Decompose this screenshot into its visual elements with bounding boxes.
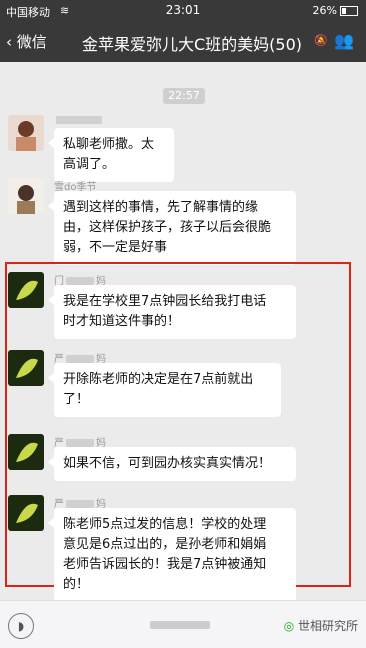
message-bubble[interactable]: 我是在学校里7点钟园长给我打电话 时才知道这件事的！: [48, 285, 296, 339]
message-bubble[interactable]: 如果不信，可到园办核实真实情况！: [48, 447, 296, 481]
chat-message: 严妈 开除陈老师的决定是在7点前就出 了！: [8, 350, 348, 418]
sender-name: [54, 115, 104, 126]
mute-icon: 🔕: [314, 34, 328, 47]
message-line: 了！: [63, 392, 90, 407]
group-icon: 👥: [334, 31, 354, 50]
chat-title: 金苹果爱弥儿大C班的美妈(50): [82, 35, 303, 54]
message-bubble[interactable]: 私聊老师撒。太高调了。: [48, 128, 174, 182]
battery-fill: [342, 8, 346, 14]
avatar[interactable]: [8, 272, 44, 308]
group-info-button[interactable]: 👥: [334, 31, 354, 50]
back-label: 微信: [16, 33, 47, 51]
chat-message: 雪do季节 遇到这样的事情，先了解事情的缘 由，这样保护孩子，孩子以后会很脆 弱…: [8, 178, 348, 265]
chat-message: 严妈 陈老师5点过发的信息！学校的处理 意见是6点过出的，是孙老师和娟娟 老师告…: [8, 495, 348, 602]
message-line: 意见是6点过出的，是孙老师和娟娟: [63, 537, 267, 552]
message-line: 老师告诉园长的！我是7点钟被通知: [63, 557, 267, 572]
avatar[interactable]: [8, 495, 44, 531]
battery-percent: 26%: [312, 4, 337, 17]
message-line: 开除陈老师的决定是在7点前就出: [63, 372, 254, 387]
message-timestamp: 22:57: [163, 88, 205, 104]
watermark: ◎ 世相研究所: [283, 619, 358, 633]
wechat-icon: ◎: [283, 619, 298, 633]
chat-message: 门妈 我是在学校里7点钟园长给我打电话 时才知道这件事的！: [8, 272, 348, 340]
message-bubble[interactable]: 遇到这样的事情，先了解事情的缘 由，这样保护孩子，孩子以后会很脆 弱，不一定是好…: [48, 191, 296, 265]
message-line: 的！: [63, 577, 90, 592]
chat-message: 严妈 如果不信，可到园办核实真实情况！: [8, 434, 348, 484]
message-bubble[interactable]: 陈老师5点过发的信息！学校的处理 意见是6点过出的，是孙老师和娟娟 老师告诉园长…: [48, 508, 296, 602]
avatar[interactable]: [8, 350, 44, 386]
battery-icon: [340, 6, 358, 16]
clock: 23:01: [165, 3, 201, 17]
message-line: 遇到这样的事情，先了解事情的缘: [63, 200, 259, 215]
chevron-left-icon: ‹: [6, 33, 17, 51]
watermark-blur: [150, 621, 210, 629]
chat-message: 私聊老师撒。太高调了。: [8, 115, 348, 182]
back-button[interactable]: ‹ 微信: [6, 31, 47, 52]
avatar[interactable]: [8, 434, 44, 470]
message-line: 陈老师5点过发的信息！学校的处理: [63, 517, 267, 532]
voice-button[interactable]: ◗: [8, 613, 34, 639]
avatar[interactable]: [8, 178, 44, 214]
message-line: 我是在学校里7点钟园长给我打电话: [63, 294, 267, 309]
input-bar: ◗ ◎ 世相研究所: [0, 600, 366, 648]
chat-header: ‹ 微信 金苹果爱弥儿大C班的美妈(50) 🔕 👥: [0, 22, 366, 62]
message-line: 时才知道这件事的！: [63, 314, 181, 329]
message-line: 弱，不一定是好事: [63, 240, 168, 255]
avatar[interactable]: [8, 115, 44, 151]
voice-icon: ◗: [17, 619, 25, 633]
message-line: 由，这样保护孩子，孩子以后会很脆: [63, 220, 272, 235]
battery-indicator: 26%: [313, 4, 358, 17]
status-bar: 中国移动 ≋ 23:01 26%: [0, 0, 366, 22]
message-bubble[interactable]: 开除陈老师的决定是在7点前就出 了！: [48, 363, 281, 417]
